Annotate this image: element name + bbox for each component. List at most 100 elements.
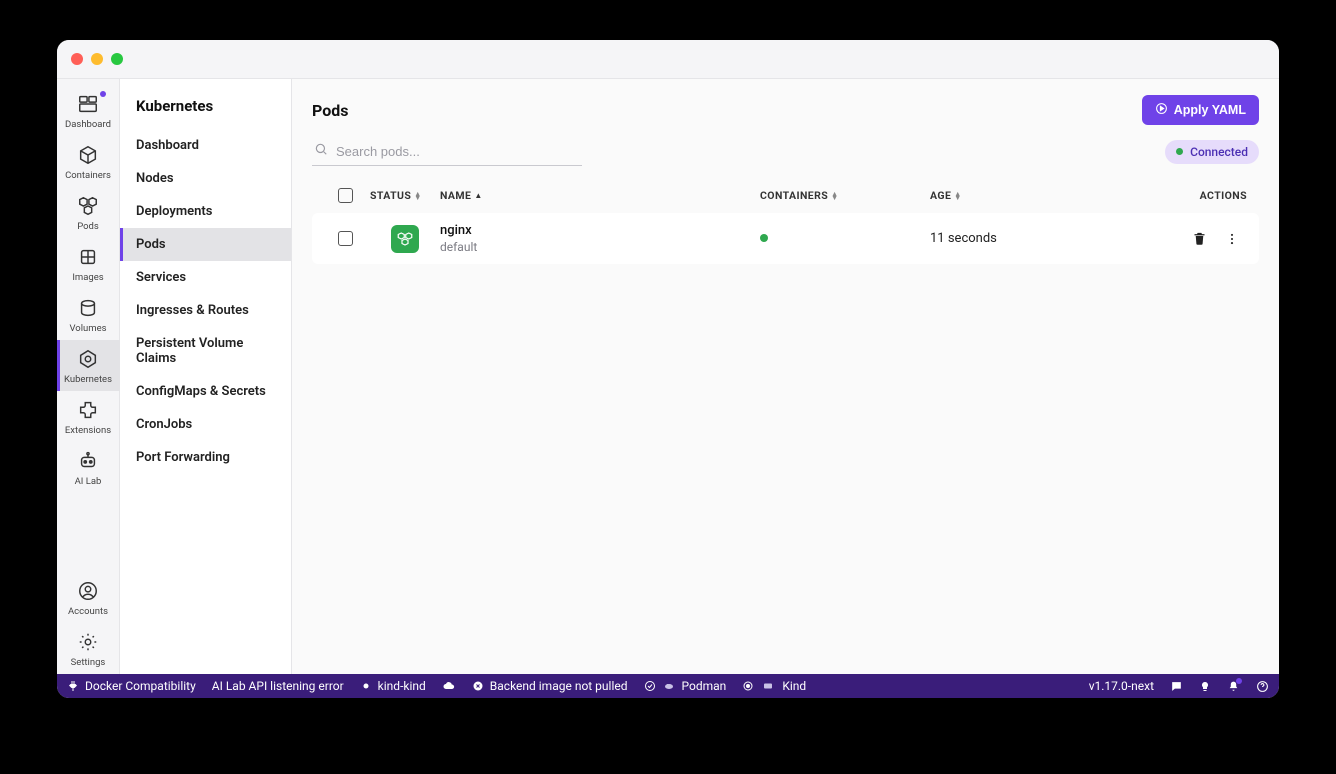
cube-small-icon — [760, 680, 776, 692]
user-circle-icon — [76, 579, 100, 603]
sidebar-item-nodes[interactable]: Nodes — [120, 162, 291, 195]
sort-icon: ▲▼ — [831, 192, 838, 200]
window-close-button[interactable] — [71, 53, 83, 65]
containers-cell — [760, 231, 930, 246]
record-icon — [742, 680, 754, 692]
table-header: STATUS ▲▼ NAME ▲ CONTAINERS ▲▼ AGE ▲▼ — [312, 182, 1259, 209]
sidebar-item-dashboard[interactable]: Dashboard — [120, 129, 291, 162]
plug-icon — [67, 680, 79, 692]
age-cell: 11 seconds — [930, 231, 1190, 246]
sb-docker-compat[interactable]: Docker Compatibility — [67, 679, 196, 693]
apply-yaml-button[interactable]: Apply YAML — [1142, 95, 1259, 125]
rail-item-containers[interactable]: Containers — [57, 136, 120, 187]
sb-ailab-error[interactable]: AI Lab API listening error — [212, 679, 344, 693]
pods-icon — [76, 194, 100, 218]
sidebar-item-services[interactable]: Services — [120, 261, 291, 294]
sb-notifications-button[interactable] — [1227, 680, 1240, 693]
rail-label: Extensions — [65, 425, 111, 436]
rail-item-volumes[interactable]: Volumes — [57, 289, 120, 340]
connection-status-pill: Connected — [1165, 140, 1259, 164]
sidebar-item-port-forwarding[interactable]: Port Forwarding — [120, 441, 291, 474]
sb-help-button[interactable] — [1256, 680, 1269, 693]
rail-item-settings[interactable]: Settings — [57, 623, 120, 674]
rail-item-kubernetes[interactable]: Kubernetes — [57, 340, 120, 391]
sidebar-item-configmaps-secrets[interactable]: ConfigMaps & Secrets — [120, 375, 291, 408]
sb-lightbulb-button[interactable] — [1199, 680, 1211, 693]
rail-item-images[interactable]: Images — [57, 238, 120, 289]
select-all-checkbox[interactable] — [338, 188, 353, 203]
rail-label: Containers — [65, 170, 111, 181]
titlebar — [57, 40, 1279, 78]
status-dot-icon — [1176, 148, 1183, 155]
container-status-dot-icon — [760, 234, 768, 242]
puzzle-icon — [76, 398, 100, 422]
table-row[interactable]: nginx default 11 seconds — [312, 213, 1259, 264]
seal-icon — [662, 680, 676, 692]
sb-feedback-button[interactable] — [1170, 680, 1183, 693]
sidebar-item-cronjobs[interactable]: CronJobs — [120, 408, 291, 441]
sort-icon: ▲▼ — [954, 192, 961, 200]
nav-rail: Dashboard Containers Pods Images — [57, 79, 120, 674]
sort-asc-icon: ▲ — [474, 191, 482, 200]
th-status[interactable]: STATUS ▲▼ — [370, 189, 440, 202]
sidebar-item-ingresses-routes[interactable]: Ingresses & Routes — [120, 294, 291, 327]
dashboard-icon — [76, 92, 100, 116]
sidebar-title: Kubernetes — [120, 79, 291, 129]
sb-kind[interactable]: Kind — [742, 679, 806, 693]
robot-icon — [76, 449, 100, 473]
rail-item-ailab[interactable]: AI Lab — [57, 442, 120, 493]
search-icon — [314, 142, 328, 160]
th-actions: ACTIONS — [1200, 189, 1251, 202]
main-header: Pods Apply YAML — [312, 95, 1259, 125]
sidebar: Kubernetes Dashboard Nodes Deployments P… — [120, 79, 292, 674]
chat-icon — [1170, 680, 1183, 693]
sb-podman[interactable]: Podman — [644, 679, 727, 693]
toolbar: Connected — [312, 137, 1259, 166]
rail-item-accounts[interactable]: Accounts — [57, 572, 120, 623]
sidebar-item-pods[interactable]: Pods — [120, 228, 291, 261]
window-zoom-button[interactable] — [111, 53, 123, 65]
layers-icon — [76, 245, 100, 269]
lightbulb-icon — [1199, 680, 1211, 693]
sb-version: v1.17.0-next — [1089, 679, 1154, 693]
cloud-small-icon — [360, 680, 372, 692]
rail-item-dashboard[interactable]: Dashboard — [57, 85, 120, 136]
th-containers[interactable]: CONTAINERS ▲▼ — [760, 189, 930, 202]
notification-dot — [1236, 678, 1242, 684]
kubernetes-icon — [76, 347, 100, 371]
main-panel: Pods Apply YAML Connected — [292, 79, 1279, 674]
cube-icon — [76, 143, 100, 167]
name-cell: nginx default — [440, 223, 760, 254]
row-actions — [1192, 231, 1251, 246]
rail-item-extensions[interactable]: Extensions — [57, 391, 120, 442]
status-bar: Docker Compatibility AI Lab API listenin… — [57, 674, 1279, 698]
th-name[interactable]: NAME ▲ — [440, 189, 760, 202]
window-minimize-button[interactable] — [91, 53, 103, 65]
sb-backend-not-pulled[interactable]: Backend image not pulled — [472, 679, 628, 693]
sidebar-item-pvc[interactable]: Persistent Volume Claims — [120, 327, 291, 375]
rail-label: Settings — [71, 657, 106, 668]
rail-label: Pods — [77, 221, 99, 232]
delete-button[interactable] — [1192, 231, 1207, 246]
sidebar-item-deployments[interactable]: Deployments — [120, 195, 291, 228]
sb-cloud[interactable] — [442, 680, 456, 692]
pod-namespace: default — [440, 240, 760, 254]
row-checkbox[interactable] — [338, 231, 353, 246]
sb-context-kind-kind[interactable]: kind-kind — [360, 679, 426, 693]
pod-name: nginx — [440, 223, 760, 238]
page-title: Pods — [312, 101, 348, 120]
rail-label: Kubernetes — [64, 374, 112, 385]
rail-label: Dashboard — [65, 119, 111, 130]
app-body: Dashboard Containers Pods Images — [57, 78, 1279, 674]
x-circle-icon — [472, 680, 484, 692]
rail-item-pods[interactable]: Pods — [57, 187, 120, 238]
more-actions-button[interactable] — [1225, 232, 1239, 246]
rail-label: Accounts — [68, 606, 108, 617]
rail-label: Volumes — [69, 323, 106, 334]
th-age[interactable]: AGE ▲▼ — [930, 189, 1190, 202]
search-field[interactable] — [312, 137, 582, 166]
app-window: Dashboard Containers Pods Images — [57, 40, 1279, 698]
pod-status-icon — [391, 225, 419, 253]
search-input[interactable] — [336, 144, 580, 159]
check-circle-icon — [644, 680, 656, 692]
